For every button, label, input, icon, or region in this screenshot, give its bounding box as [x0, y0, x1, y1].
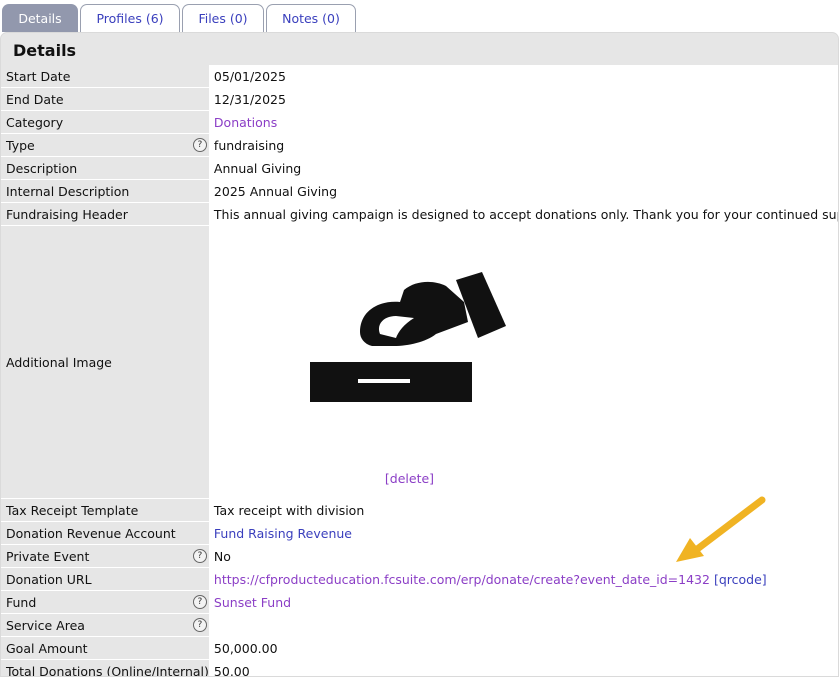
end-date-label: End Date: [1, 87, 209, 111]
tab-bar: Details Profiles (6) Files (0) Notes (0): [2, 4, 358, 32]
tab-files[interactable]: Files (0): [182, 4, 264, 32]
fundraising-header-value: This annual giving campaign is designed …: [208, 202, 838, 226]
donation-url-label: Donation URL: [1, 567, 209, 591]
category-label: Category: [1, 110, 209, 134]
total-donations-value: 50.00: [208, 659, 838, 676]
tab-details[interactable]: Details: [2, 4, 78, 32]
delete-image-link[interactable]: [delete]: [385, 471, 434, 486]
private-event-label-cell: Private Event?: [1, 544, 209, 568]
type-value: fundraising: [208, 133, 838, 157]
table-row: Start Date 05/01/2025: [1, 65, 838, 88]
donation-url-link[interactable]: https://cfproducteducation.fcsuite.com/e…: [214, 572, 710, 587]
tab-notes[interactable]: Notes (0): [266, 4, 356, 32]
donation-revenue-account-label: Donation Revenue Account: [1, 521, 209, 545]
table-row: Description Annual Giving: [1, 156, 838, 180]
category-link[interactable]: Donations: [214, 115, 277, 130]
total-donations-label: Total Donations (Online/Internal): [1, 659, 209, 676]
table-row: Fund? Sunset Fund: [1, 590, 838, 614]
help-circle-icon[interactable]: ?: [192, 595, 207, 609]
table-row: Goal Amount 50,000.00: [1, 636, 838, 660]
service-area-value: [208, 613, 838, 637]
fundraising-header-label: Fundraising Header: [1, 202, 209, 226]
internal-description-label: Internal Description: [1, 179, 209, 203]
service-area-label-cell: Service Area?: [1, 613, 209, 637]
end-date-value: 12/31/2025: [208, 87, 838, 111]
start-date-label: Start Date: [1, 65, 209, 88]
goal-amount-label: Goal Amount: [1, 636, 209, 660]
description-label: Description: [1, 156, 209, 180]
table-row: Additional Image [delete]: [1, 225, 838, 499]
additional-image-label: Additional Image: [1, 225, 209, 499]
donation-revenue-account-link[interactable]: Fund Raising Revenue: [214, 526, 352, 541]
donation-hand-box-icon: [309, 272, 506, 402]
details-table: Start Date 05/01/2025 End Date 12/31/202…: [1, 65, 838, 676]
qrcode-link[interactable]: [qrcode]: [714, 572, 767, 587]
help-circle-icon[interactable]: ?: [192, 618, 207, 632]
additional-image-cell: [delete]: [208, 225, 838, 499]
help-circle-icon[interactable]: ?: [192, 138, 207, 152]
help-circle-icon[interactable]: ?: [192, 549, 207, 563]
tab-profiles[interactable]: Profiles (6): [80, 4, 180, 32]
arrow-icon: [676, 496, 766, 562]
tax-receipt-template-label: Tax Receipt Template: [1, 498, 209, 522]
fund-link[interactable]: Sunset Fund: [214, 595, 291, 610]
table-row: End Date 12/31/2025: [1, 87, 838, 111]
table-row: Fundraising Header This annual giving ca…: [1, 202, 838, 226]
panel-title: Details: [13, 41, 77, 60]
table-row: Total Donations (Online/Internal) 50.00: [1, 659, 838, 676]
type-label-cell: Type?: [1, 133, 209, 157]
private-event-label: Private Event: [6, 548, 90, 564]
details-panel: Details Start Date 05/01/2025 End Date 1…: [0, 32, 839, 677]
description-value: Annual Giving: [208, 156, 838, 180]
service-area-label: Service Area: [6, 617, 85, 633]
fund-label-cell: Fund?: [1, 590, 209, 614]
type-label: Type: [6, 137, 35, 153]
fund-label: Fund: [6, 594, 37, 610]
internal-description-value: 2025 Annual Giving: [208, 179, 838, 203]
table-row: Internal Description 2025 Annual Giving: [1, 179, 838, 203]
table-row: Type? fundraising: [1, 133, 838, 157]
table-row: Service Area?: [1, 613, 838, 637]
table-row: Category Donations: [1, 110, 838, 134]
goal-amount-value: 50,000.00: [208, 636, 838, 660]
start-date-value: 05/01/2025: [208, 65, 838, 88]
